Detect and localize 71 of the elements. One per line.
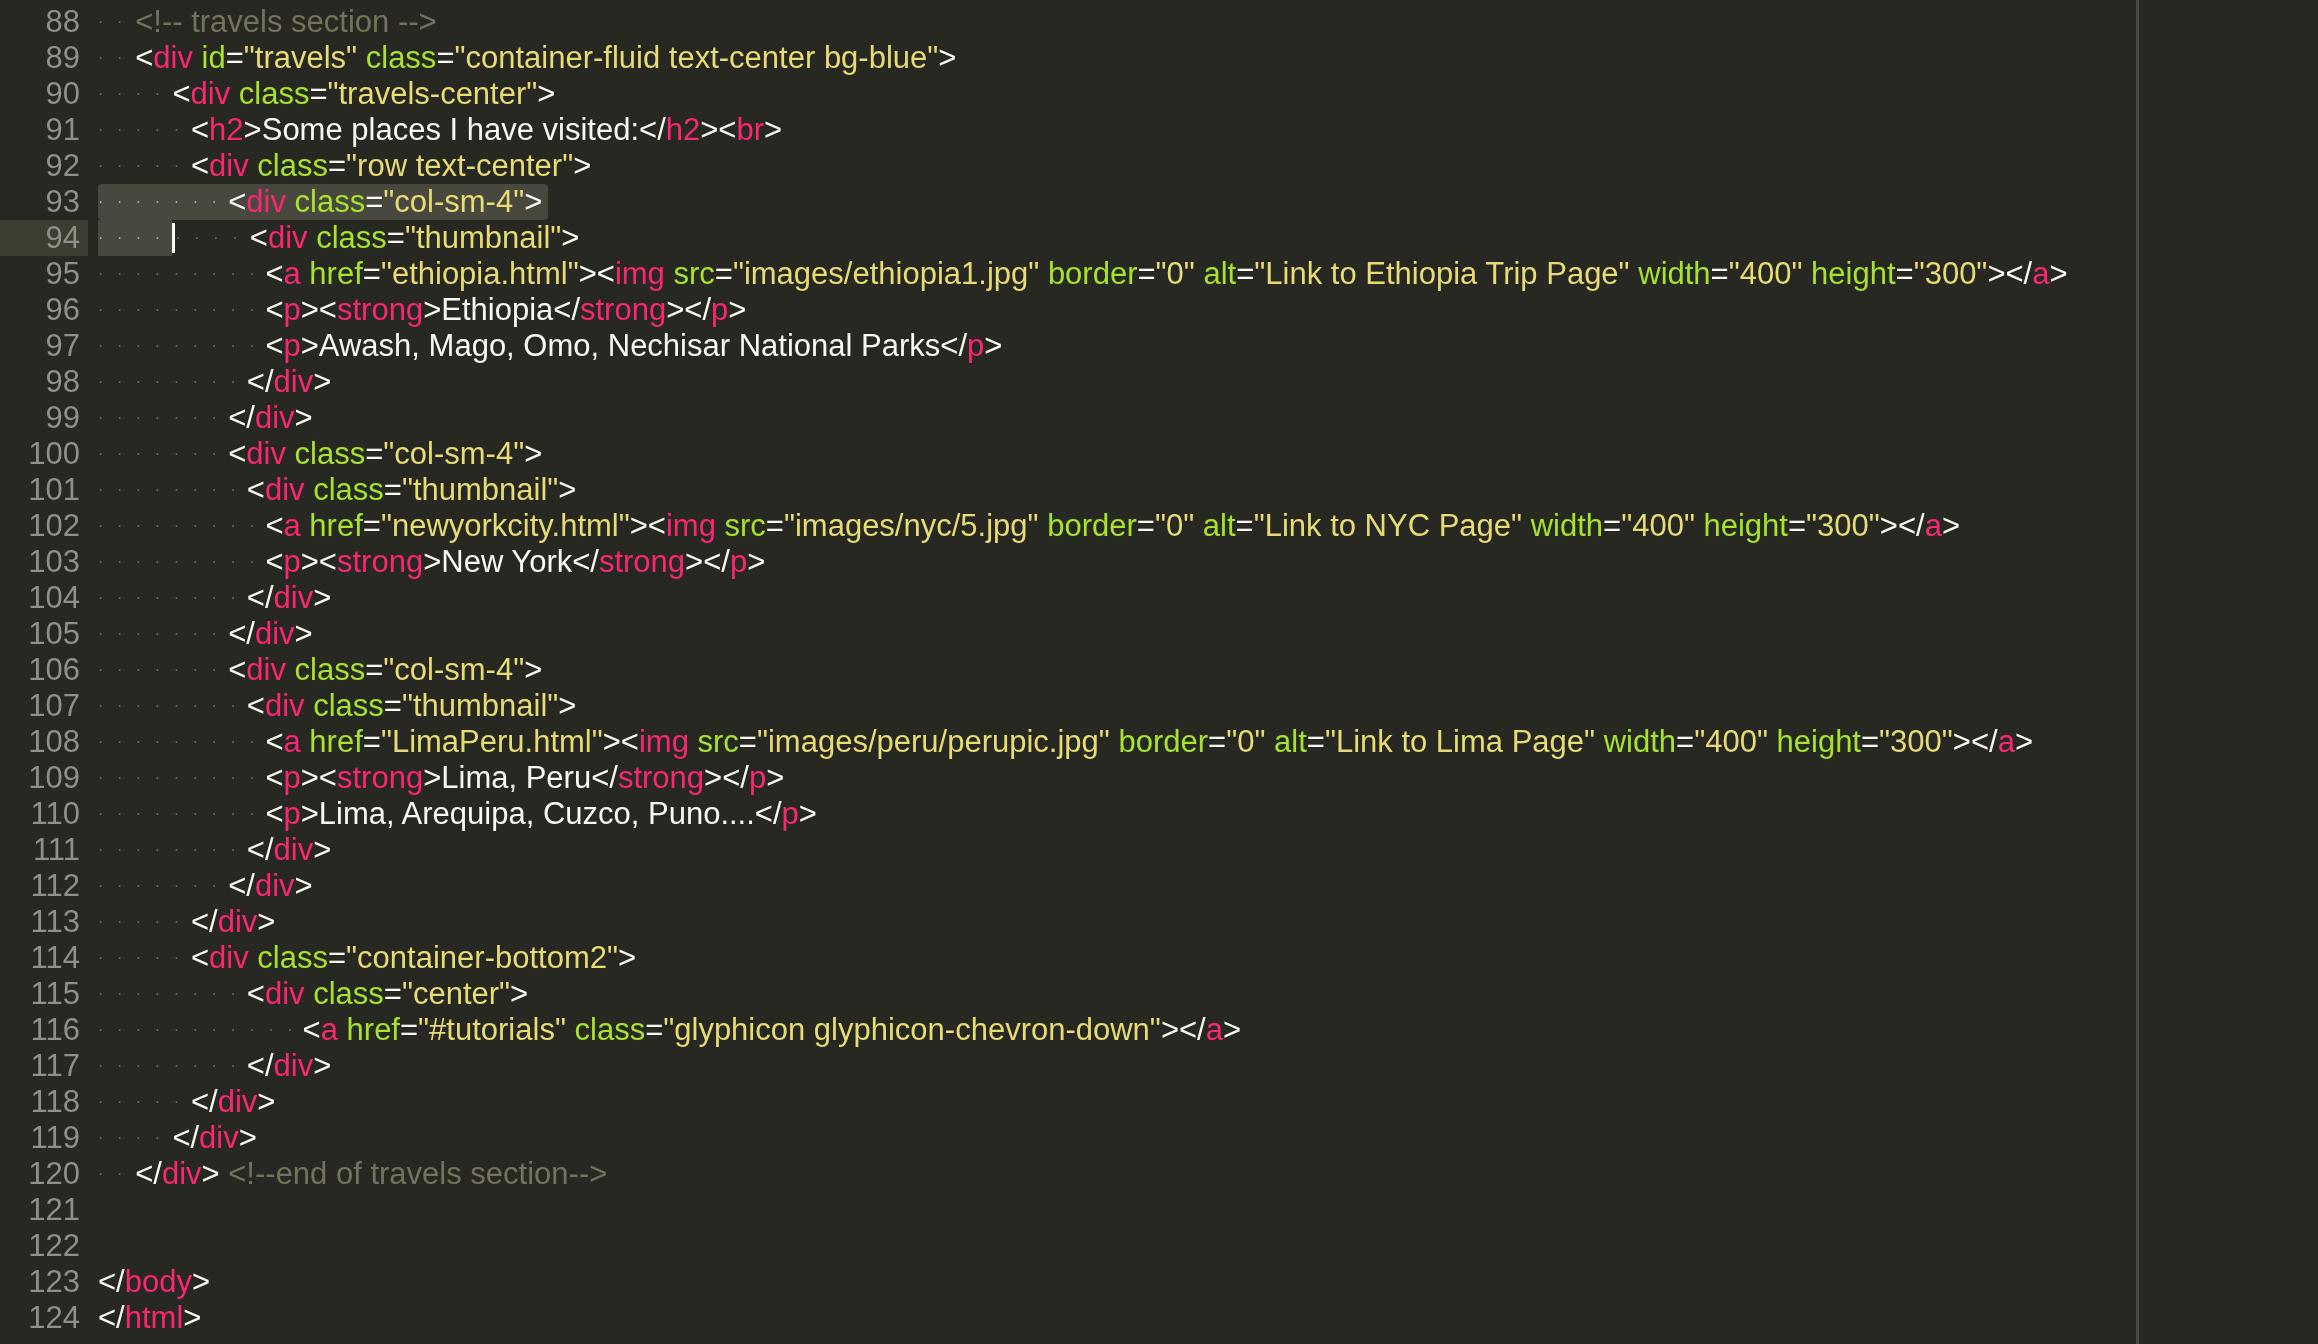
code-line: ········<div class="thumbnail"> (98, 220, 581, 256)
code-line: ········<div class="thumbnail"> (98, 688, 578, 724)
code-line: ·····<div class="container-bottom2"> (98, 940, 638, 976)
line-number: 123 (27, 1264, 81, 1300)
line-number: 118 (29, 1084, 81, 1120)
code-line: ·····<div class="row text-center"> (98, 148, 593, 184)
line-number: 107 (27, 688, 81, 724)
code-line: ·········<a href="LimaPeru.html"><img src="images/peru/perupic.jpg" border="0" alt="Link to Lima Page" width="400" height="300"></a> (98, 724, 2034, 760)
line-number: 88 (44, 4, 81, 40)
code-line: ··<div id="travels" class="container-fluid text-center bg-blue"> (98, 40, 958, 76)
code-line: ·······<div class="col-sm-4"> (98, 436, 544, 472)
line-number: 106 (27, 652, 81, 688)
line-number: 95 (44, 256, 81, 292)
code-line: ···········<a href="#tutorials" class="glyphicon glyphicon-chevron-down"></a> (98, 1012, 1243, 1048)
code-line: ········<div class="thumbnail"> (98, 472, 578, 508)
code-line: ·······</div> (98, 400, 314, 436)
code-line: ········</div> (98, 580, 333, 616)
code-line: ·····<h2>Some places I have visited:</h2><br> (98, 112, 784, 148)
line-number: 121 (27, 1192, 81, 1228)
code-line: ·········<p><strong>New York</strong></p> (98, 544, 767, 580)
line-number: 120 (27, 1156, 81, 1192)
code-line: ·········<a href="ethiopia.html"><img src="images/ethiopia1.jpg" border="0" alt="Link to Ethiopia Trip Page" width="400" height="300"></a> (98, 256, 2069, 292)
line-number: 92 (44, 148, 81, 184)
line-number: 102 (27, 508, 81, 544)
line-number: 122 (27, 1228, 81, 1264)
line-number: 109 (27, 760, 81, 796)
line-number: 108 (27, 724, 81, 760)
line-number: 111 (31, 832, 81, 868)
line-number: 103 (27, 544, 81, 580)
code-line: ·······<div class="col-sm-4"> (98, 652, 544, 688)
line-number: 116 (29, 1012, 81, 1048)
line-number: 100 (27, 436, 81, 472)
line-number: 101 (27, 472, 81, 508)
line-number: 96 (44, 292, 81, 328)
code-line: ··</div> <!--end of travels section--> (98, 1156, 609, 1192)
line-number: 98 (44, 364, 81, 400)
code-line: ····</div> (98, 1120, 258, 1156)
code-line: ·········<p><strong>Lima, Peru</strong></p> (98, 760, 786, 796)
code-line: ·······</div> (98, 616, 314, 652)
code-line: </body> (98, 1264, 212, 1300)
line-number: 124 (27, 1300, 81, 1336)
line-number: 115 (29, 976, 81, 1012)
code-line: ·····</div> (98, 1084, 277, 1120)
line-number: 89 (44, 40, 81, 76)
code-line: </html> (98, 1300, 203, 1336)
line-number: 112 (29, 868, 81, 904)
code-line: ········<div class="center"> (98, 976, 530, 1012)
code-line: ··<!-- travels section --> (98, 4, 438, 40)
code-line: ········</div> (98, 832, 333, 868)
line-number: 113 (29, 904, 81, 940)
code-line: ·········<p><strong>Ethiopia</strong></p> (98, 292, 748, 328)
code-line: ········</div> (98, 364, 333, 400)
code-line: ·········<p>Awash, Mago, Omo, Nechisar National Parks</p> (98, 328, 1004, 364)
code-line: ·····</div> (98, 904, 277, 940)
code-line: ····<div class="travels-center"> (98, 76, 557, 112)
code-line: ·········<a href="newyorkcity.html"><img src="images/nyc/5.jpg" border="0" alt="Link to NYC Page" width="400" height="300"></a> (98, 508, 1961, 544)
line-number: 105 (27, 616, 81, 652)
line-number: 114 (29, 940, 81, 976)
line-number: 91 (44, 112, 81, 148)
line-number: 119 (29, 1120, 81, 1156)
line-number: 117 (29, 1048, 81, 1084)
code-line: ·······</div> (98, 868, 314, 904)
line-number: 90 (44, 76, 81, 112)
code-line: ········</div> (98, 1048, 333, 1084)
line-number: 94 (0, 220, 88, 256)
line-number: 104 (27, 580, 81, 616)
line-number: 99 (44, 400, 81, 436)
line-number: 97 (44, 328, 81, 364)
line-number: 93 (44, 184, 81, 220)
line-number: 110 (29, 796, 81, 832)
code-line: ·········<p>Lima, Arequipa, Cuzco, Puno....</p> (98, 796, 818, 832)
